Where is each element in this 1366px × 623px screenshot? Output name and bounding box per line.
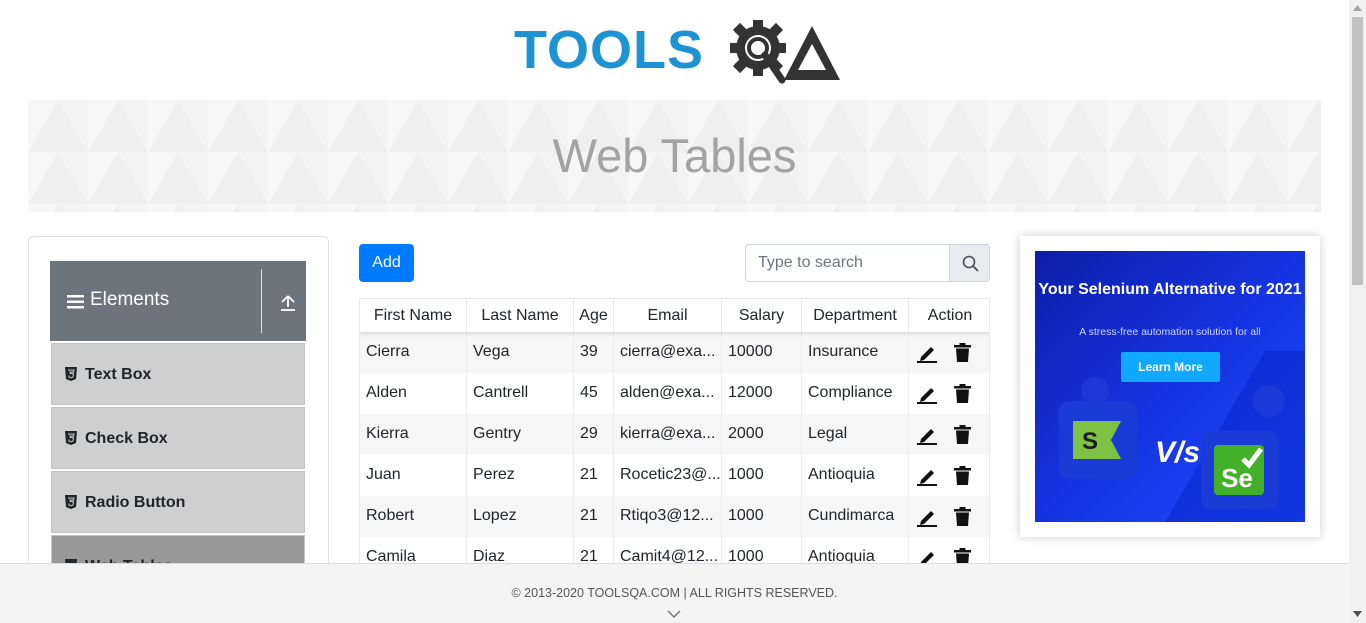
elements-group-header[interactable]: Elements (50, 261, 306, 341)
ad-subtitle: A stress-free automation solution for al… (1079, 326, 1261, 338)
column-header-salary[interactable]: Salary (722, 299, 802, 332)
column-header-last-name[interactable]: Last Name (467, 299, 574, 332)
html5-icon (65, 367, 77, 381)
cell-department: Legal (802, 414, 909, 455)
sidebar-item-check-box[interactable]: Check Box (51, 407, 305, 469)
logo-a-icon (784, 26, 840, 80)
cell-first-name: Alden (360, 373, 467, 414)
chevron-down-icon[interactable] (667, 610, 681, 618)
ad-title: Your Selenium Alternative for 2021 (1038, 281, 1302, 298)
add-record-button[interactable]: Add (359, 244, 414, 282)
logo-tools-text: TOOLS (514, 20, 705, 80)
group-title: Elements (90, 289, 170, 310)
page-title: Web Tables (552, 129, 797, 182)
toolsqa-logo[interactable]: TOOLS (514, 16, 840, 92)
header: TOOLS (0, 0, 1349, 100)
footer-copyright: © 2013-2020 TOOLSQA.COM | ALL RIGHTS RES… (511, 586, 838, 600)
hamburger-icon (67, 295, 84, 309)
cell-age: 21 (574, 455, 614, 496)
cell-email: Rocetic23@... (614, 455, 722, 496)
logo-text: TOOLS (514, 20, 704, 80)
svg-text:S: S (1082, 428, 1098, 455)
page: TOOLS Web Tables Elements Text Box Check… (0, 0, 1349, 623)
ad-vs-text: V/s (1155, 436, 1201, 469)
edit-icon[interactable] (917, 385, 937, 404)
edit-icon[interactable] (917, 467, 937, 486)
table-row: Alden Cantrell 45 alden@exa... 12000 Complian… (360, 373, 989, 414)
sidebar-item-label: Check Box (85, 430, 168, 447)
web-table: First Name Last Name Age Email Salary De… (359, 298, 990, 598)
column-header-email[interactable]: Email (614, 299, 722, 332)
table-row: Kierra Gentry 29 kierra@exa... 2000 Legal (360, 414, 989, 455)
cell-age: 45 (574, 373, 614, 414)
sidebar-item-label: Text Box (85, 366, 152, 383)
sidebar-item-text-box[interactable]: Text Box (51, 343, 305, 405)
learn-more-button[interactable]: Learn More (1121, 352, 1220, 382)
html5-icon (65, 431, 77, 445)
delete-trash-icon[interactable] (954, 507, 971, 526)
search-box (745, 244, 990, 282)
cell-email: cierra@exa... (614, 332, 722, 373)
table-row: Juan Perez 21 Rocetic23@... 1000 Antioquia (360, 455, 989, 496)
footer: © 2013-2020 TOOLSQA.COM | ALL RIGHTS RES… (0, 563, 1349, 623)
delete-trash-icon[interactable] (954, 384, 971, 403)
column-header-action: Action (927, 307, 973, 324)
table-row: Robert Lopez 21 Rtiqo3@12... 1000 Cundimarca (360, 496, 989, 537)
cell-last-name: Perez (467, 455, 574, 496)
cell-last-name: Vega (467, 332, 574, 373)
cell-salary: 1000 (722, 455, 802, 496)
cell-salary: 1000 (722, 496, 802, 537)
ad-frame: Your Selenium Alternative for 2021 A str… (1020, 236, 1320, 537)
delete-trash-icon[interactable] (954, 343, 971, 362)
cell-last-name: Cantrell (467, 373, 574, 414)
katalon-logo-icon: S (1059, 401, 1137, 479)
cell-last-name: Gentry (467, 414, 574, 455)
search-button[interactable] (949, 245, 989, 281)
cell-department: Insurance (802, 332, 909, 373)
html5-icon (65, 495, 77, 509)
divider (261, 269, 262, 333)
cell-email: kierra@exa... (614, 414, 722, 455)
search-icon (962, 255, 979, 272)
search-input[interactable] (746, 245, 950, 281)
cell-department: Antioquia (802, 455, 909, 496)
vertical-scrollbar[interactable] (1349, 0, 1366, 623)
advertisement[interactable]: Your Selenium Alternative for 2021 A str… (1035, 251, 1305, 522)
delete-trash-icon[interactable] (954, 466, 971, 485)
table-row: Cierra Vega 39 cierra@exa... 10000 Insurance (360, 332, 989, 373)
page-banner: Web Tables (28, 100, 1321, 212)
selenium-logo-icon: Se (1201, 431, 1279, 509)
sidebar-item-radio-button[interactable]: Radio Button (51, 471, 305, 533)
cell-department: Compliance (802, 373, 909, 414)
edit-icon[interactable] (917, 344, 937, 363)
scrollbar-thumb[interactable] (1352, 17, 1363, 285)
scroll-up-arrow-icon[interactable] (1353, 5, 1362, 11)
delete-trash-icon[interactable] (954, 425, 971, 444)
cell-email: Rtiqo3@12... (614, 496, 722, 537)
cell-first-name: Robert (360, 496, 467, 537)
sidebar-item-label: Radio Button (85, 494, 186, 511)
collapse-up-icon[interactable] (278, 293, 298, 313)
cell-salary: 10000 (722, 332, 802, 373)
edit-icon[interactable] (917, 508, 937, 527)
column-header-age[interactable]: Age (574, 299, 614, 332)
cell-age: 29 (574, 414, 614, 455)
cell-salary: 12000 (722, 373, 802, 414)
cell-age: 39 (574, 332, 614, 373)
table-header: First Name Last Name Age Email Salary De… (360, 299, 989, 332)
cell-department: Cundimarca (802, 496, 909, 537)
cell-age: 21 (574, 496, 614, 537)
column-header-department[interactable]: Department (802, 299, 909, 332)
cell-first-name: Juan (360, 455, 467, 496)
cell-salary: 2000 (722, 414, 802, 455)
column-header-first-name[interactable]: First Name (360, 299, 467, 332)
edit-icon[interactable] (917, 426, 937, 445)
cell-last-name: Lopez (467, 496, 574, 537)
cell-first-name: Cierra (360, 332, 467, 373)
scroll-down-arrow-icon[interactable] (1353, 611, 1362, 617)
cell-first-name: Kierra (360, 414, 467, 455)
cell-email: alden@exa... (614, 373, 722, 414)
